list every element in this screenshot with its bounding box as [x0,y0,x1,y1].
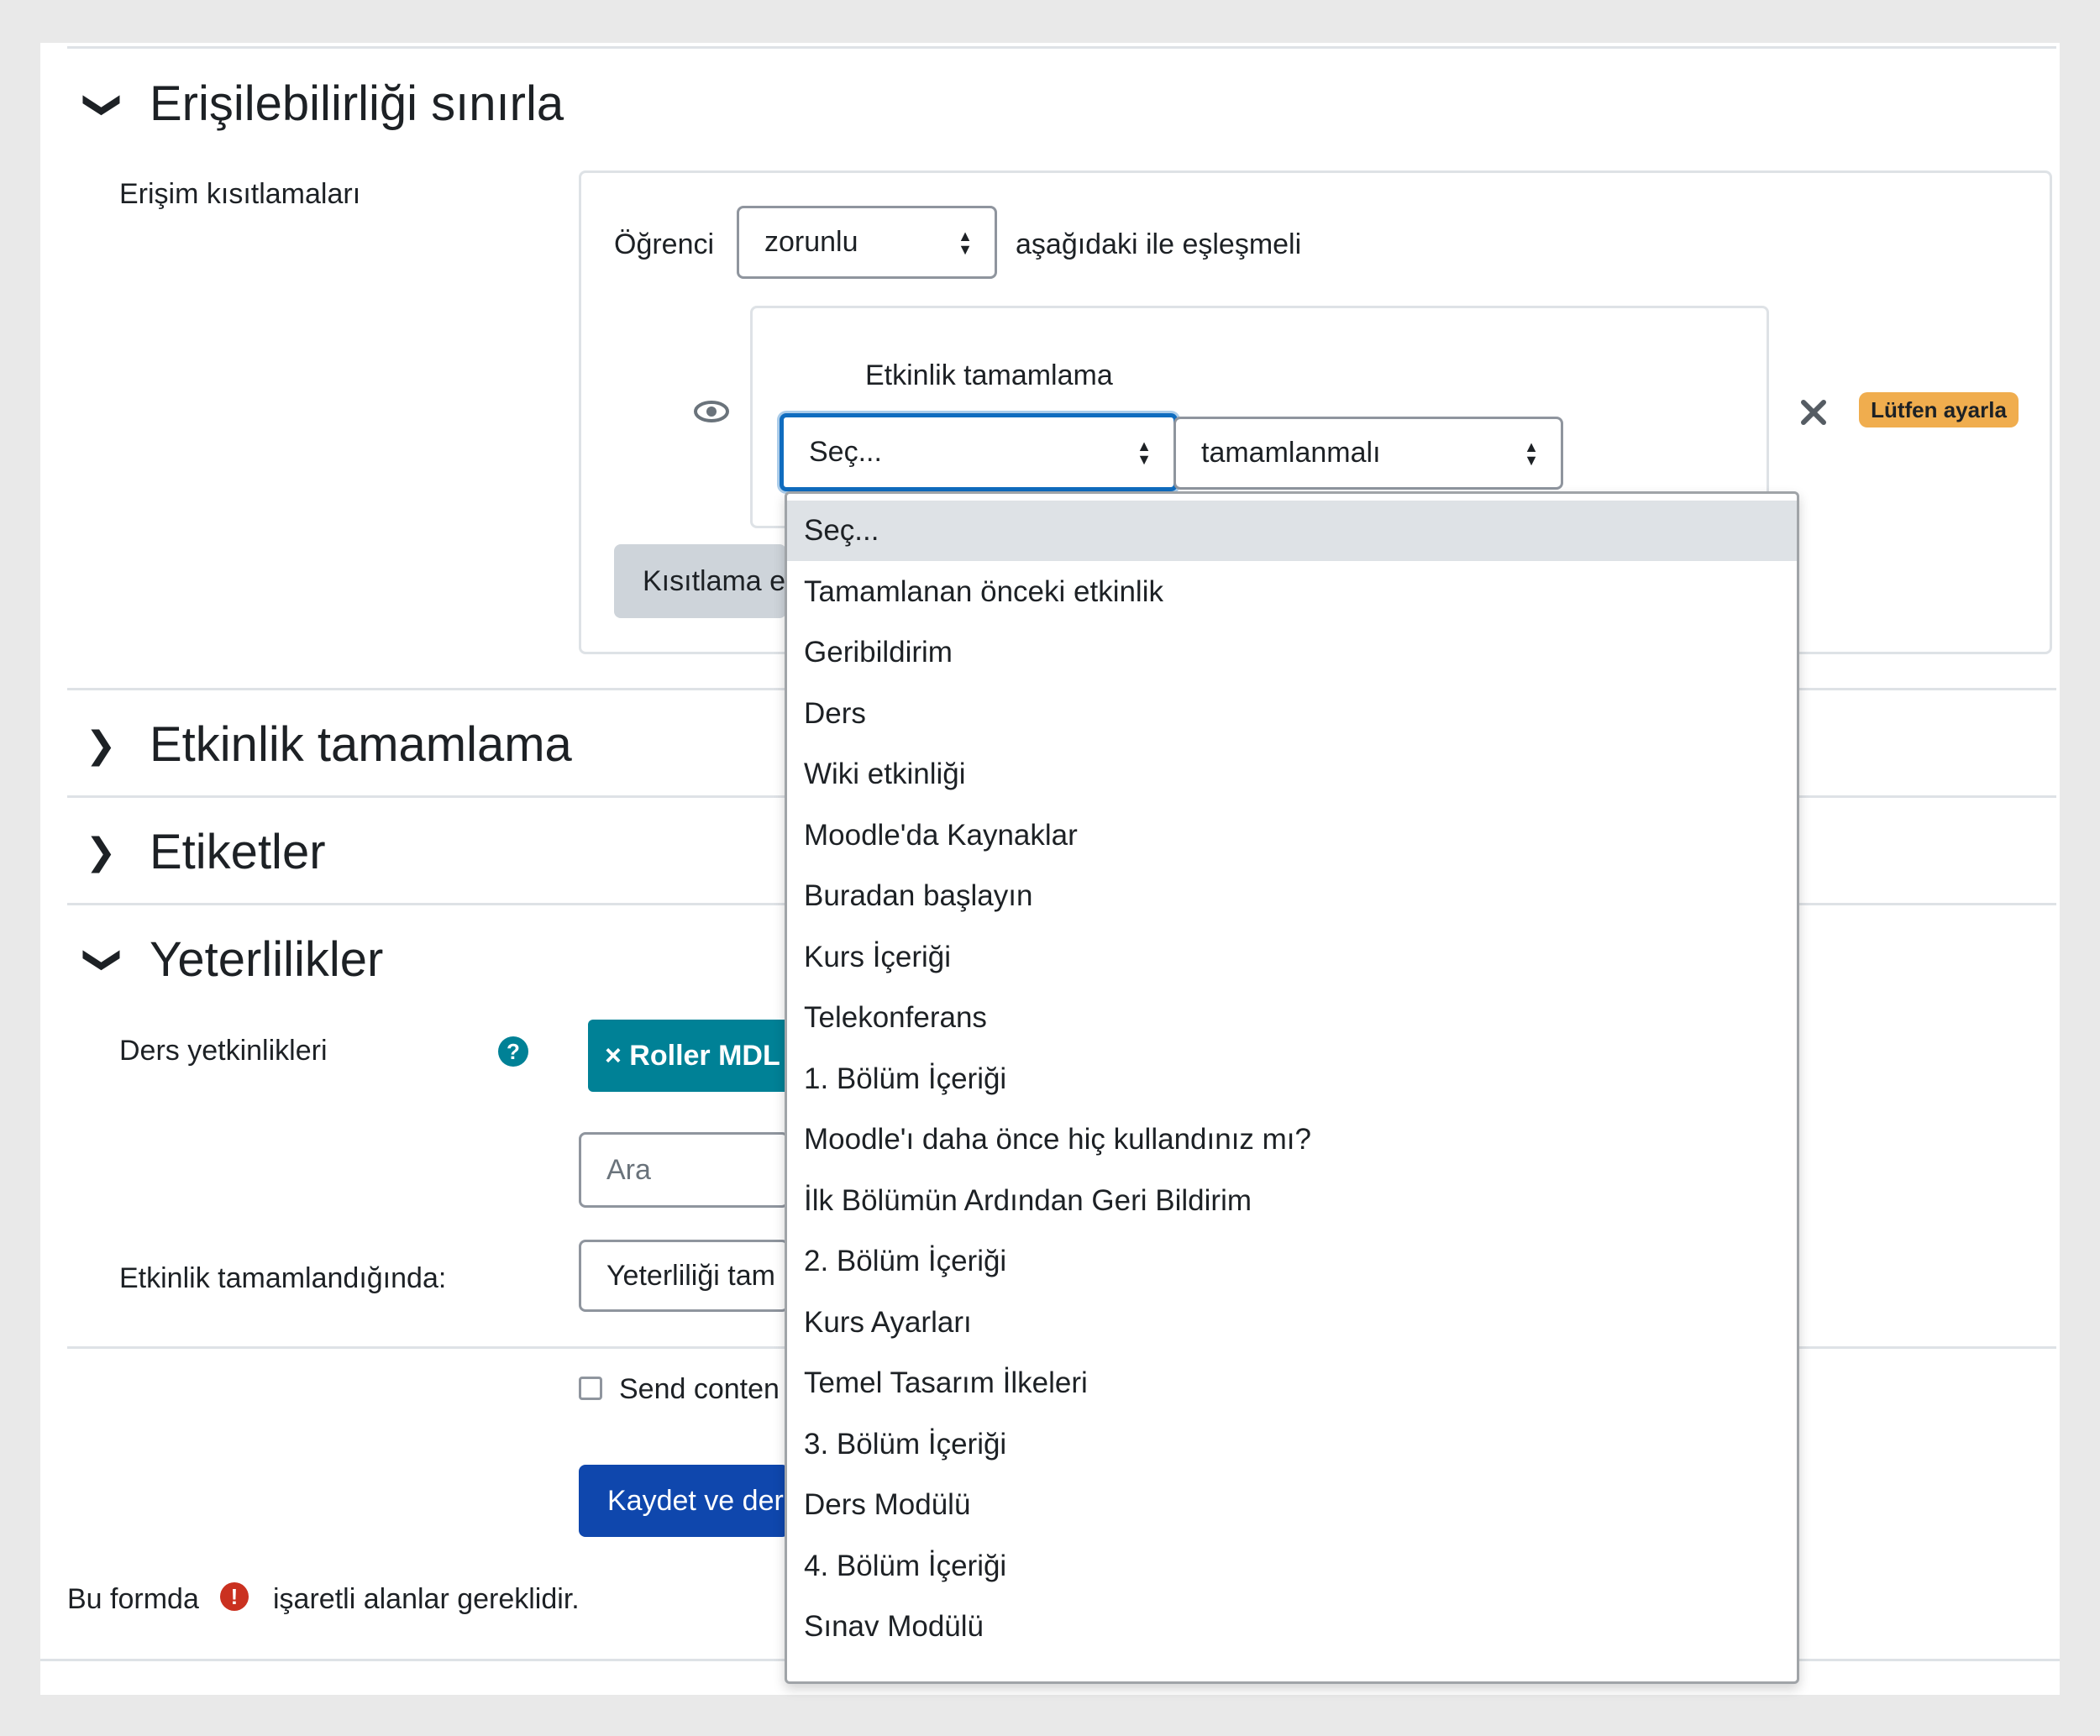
select-arrows-icon: ▲ ▼ [1137,437,1152,468]
eye-icon[interactable] [693,395,730,428]
required-prefix: Bu formda [67,1583,199,1615]
must-select-value: zorunlu [764,226,858,258]
required-suffix: işaretli alanlar gereklidir. [273,1583,580,1615]
chevron-down-icon[interactable]: ❯ [78,943,129,977]
dropdown-option[interactable]: Seç... [787,501,1797,561]
chevron-down-icon[interactable]: ❯ [78,88,129,122]
match-label: aşağıdaki ile eşleşmeli [1016,228,1302,260]
dropdown-option[interactable]: 2. Bölüm İçeriği [787,1231,1797,1292]
dropdown-option[interactable]: Moodle'da Kaynaklar [787,805,1797,866]
activity-dropdown-list[interactable]: Seç... Tamamlanan önceki etkinlik Geribild… [785,491,1799,1684]
dropdown-option[interactable]: Sınav Modülü [787,1597,1797,1657]
state-select-value: tamamlanmalı [1201,437,1381,469]
close-icon[interactable] [1798,397,1829,427]
dropdown-option[interactable]: Wiki etkinliği [787,744,1797,805]
top-divider [67,46,2056,49]
section-title-completion[interactable]: Etkinlik tamamlama [150,716,572,773]
send-content-label: Send conten [619,1373,780,1405]
select-arrows-icon: ▲ ▼ [1524,438,1539,469]
save-button[interactable]: Kaydet ve der [579,1465,789,1537]
dropdown-option[interactable]: Buradan başlayın [787,866,1797,926]
dropdown-option[interactable]: Ders [787,684,1797,744]
question-circle-icon[interactable]: ? [498,1036,528,1067]
competency-tag[interactable]: × Roller MDL [588,1020,790,1092]
dropdown-option[interactable]: Kurs Ayarları [787,1293,1797,1353]
chevron-right-icon[interactable]: ❯ [84,827,118,878]
activity-select[interactable]: Seç... ▲ ▼ [780,413,1178,491]
dropdown-option[interactable]: Temel Tasarım İlkeleri [787,1353,1797,1413]
dropdown-option[interactable]: Kurs İçeriği [787,927,1797,988]
exclamation-circle-icon: ! [220,1582,249,1611]
dropdown-option[interactable]: 4. Bölüm İçeriği [787,1536,1797,1597]
dropdown-option[interactable]: İlk Bölümün Ardından Geri Bildirim [787,1171,1797,1231]
dropdown-option[interactable]: Tamamlanan önceki etkinlik [787,562,1797,622]
dropdown-option[interactable]: 1. Bölüm İçeriği [787,1049,1797,1109]
restrict-label: Erişim kısıtlamaları [119,178,361,210]
state-select[interactable]: tamamlanmalı ▲ ▼ [1173,417,1563,490]
dropdown-option[interactable]: Moodle'ı daha önce hiç kullandınız mı? [787,1109,1797,1170]
search-input[interactable]: Ara [579,1132,789,1208]
must-select[interactable]: zorunlu ▲ ▼ [737,206,997,279]
dropdown-option[interactable]: Telekonferans [787,988,1797,1048]
add-restriction-button[interactable]: Kısıtlama e [614,544,786,618]
dropdown-option[interactable]: 3. Bölüm İçeriği [787,1414,1797,1475]
on-complete-label: Etkinlik tamamlandığında: [119,1262,447,1294]
section-title-restrict[interactable]: Erişilebilirliği sınırla [150,76,564,132]
activity-select-value: Seç... [809,436,882,468]
warning-badge: Lütfen ayarla [1859,392,2019,427]
send-content-checkbox[interactable] [579,1377,602,1400]
section-title-competencies[interactable]: Yeterlilikler [150,931,383,988]
on-complete-select[interactable]: Yeterliliği tam [579,1240,789,1312]
chevron-right-icon[interactable]: ❯ [84,721,118,771]
dropdown-option[interactable]: Geribildirim [787,622,1797,683]
course-competencies-label: Ders yetkinlikleri [119,1035,328,1067]
dropdown-option[interactable]: Ders Modülü [787,1475,1797,1535]
student-label: Öğrenci [614,228,715,260]
section-title-tags[interactable]: Etiketler [150,824,326,880]
select-arrows-icon: ▲ ▼ [958,227,973,258]
condition-title: Etkinlik tamamlama [865,359,1113,391]
